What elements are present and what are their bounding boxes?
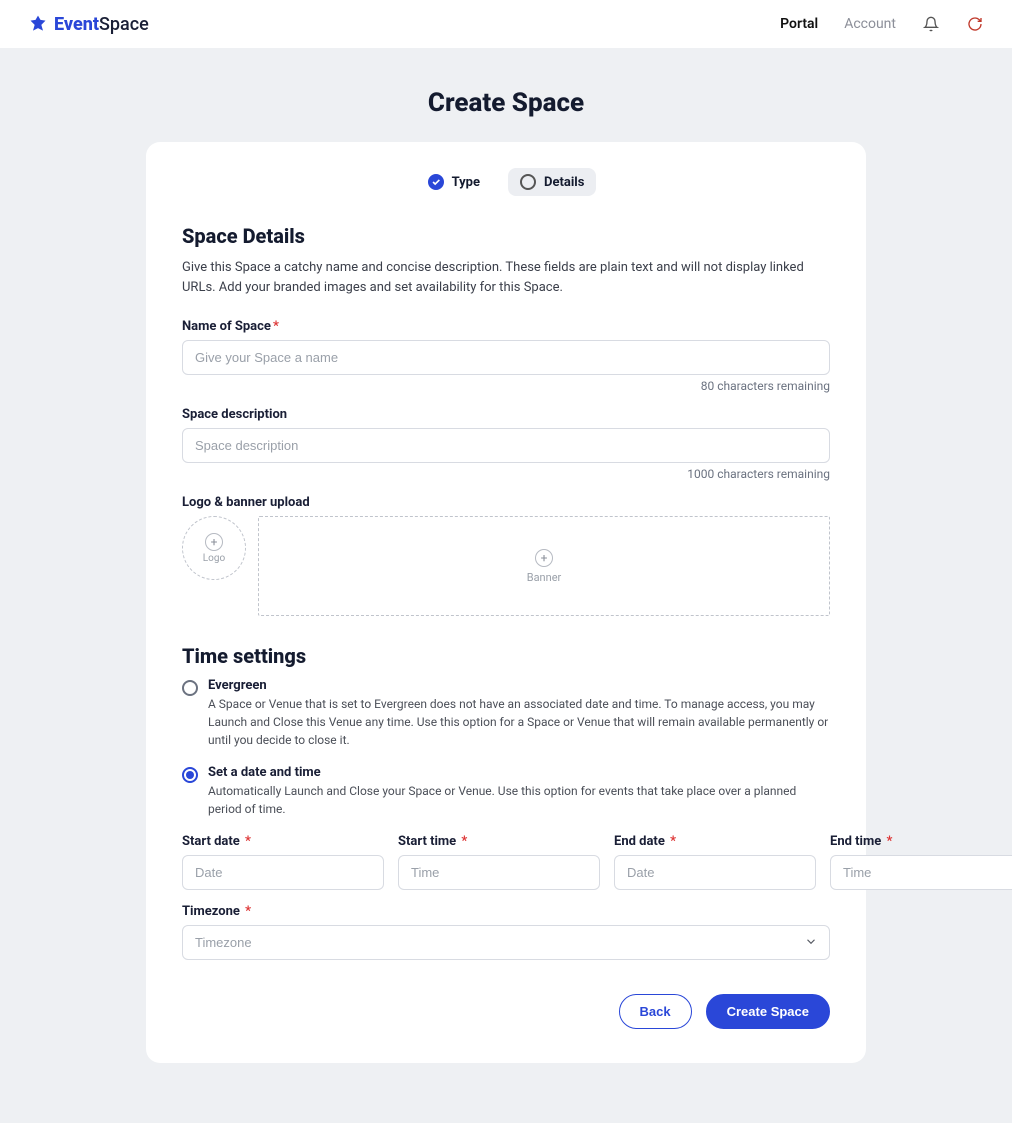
description-input[interactable] [182,428,830,463]
radio-icon [182,680,198,696]
radio-scheduled[interactable]: Set a date and time Automatically Launch… [182,765,830,818]
time-settings-heading: Time settings [182,644,830,668]
end-date-input[interactable] [614,855,816,890]
page-body: Create Space Type Details Space Details … [0,48,1012,1123]
stepper: Type Details [182,168,830,196]
upload-field: Logo & banner upload + Logo + Banner [182,495,830,616]
nav-account[interactable]: Account [844,16,896,32]
start-time-label: Start time * [398,834,600,849]
banner-upload[interactable]: + Banner [258,516,830,616]
refresh-icon[interactable] [966,15,984,33]
back-button[interactable]: Back [619,994,692,1029]
description-label: Space description [182,407,830,422]
logo-upload[interactable]: + Logo [182,516,246,580]
step-type[interactable]: Type [416,168,492,196]
check-circle-icon [428,174,444,190]
plus-icon: + [535,549,553,567]
banner-caption: Banner [527,571,562,584]
end-time-label: End time * [830,834,1012,849]
radio-evergreen[interactable]: Evergreen A Space or Venue that is set t… [182,678,830,749]
empty-circle-icon [520,174,536,190]
description-helper: 1000 characters remaining [182,467,830,481]
scheduled-title: Set a date and time [208,765,830,780]
name-field: Name of Space* 80 characters remaining [182,319,830,393]
evergreen-desc: A Space or Venue that is set to Evergree… [208,695,830,749]
form-card: Type Details Space Details Give this Spa… [146,142,866,1063]
brand-mark-icon [28,14,48,34]
description-field: Space description 1000 characters remain… [182,407,830,481]
page-title: Create Space [0,88,1012,118]
evergreen-title: Evergreen [208,678,830,693]
date-time-row: Start date * Start time * End date * End… [182,834,830,890]
brand-text: EventSpace [54,14,149,35]
space-details-desc: Give this Space a catchy name and concis… [182,258,830,297]
form-actions: Back Create Space [182,994,830,1029]
start-date-input[interactable] [182,855,384,890]
scheduled-desc: Automatically Launch and Close your Spac… [208,782,830,818]
upload-label: Logo & banner upload [182,495,830,510]
start-date-label: Start date * [182,834,384,849]
timezone-select[interactable] [182,925,830,960]
bell-icon[interactable] [922,15,940,33]
name-label: Name of Space* [182,319,830,334]
name-helper: 80 characters remaining [182,379,830,393]
plus-icon: + [205,533,223,551]
name-input[interactable] [182,340,830,375]
top-header: EventSpace Portal Account [0,0,1012,48]
nav-portal[interactable]: Portal [780,16,818,32]
space-details-heading: Space Details [182,224,830,248]
end-time-input[interactable] [830,855,1012,890]
timezone-label: Timezone * [182,904,830,919]
radio-icon [182,767,198,783]
create-space-button[interactable]: Create Space [706,994,830,1029]
step-details-label: Details [544,175,584,190]
brand-logo[interactable]: EventSpace [28,14,149,35]
start-time-input[interactable] [398,855,600,890]
step-details[interactable]: Details [508,168,596,196]
end-date-label: End date * [614,834,816,849]
step-type-label: Type [452,175,480,190]
logo-caption: Logo [203,553,225,564]
timezone-field: Timezone * [182,904,830,960]
top-nav: Portal Account [780,15,984,33]
